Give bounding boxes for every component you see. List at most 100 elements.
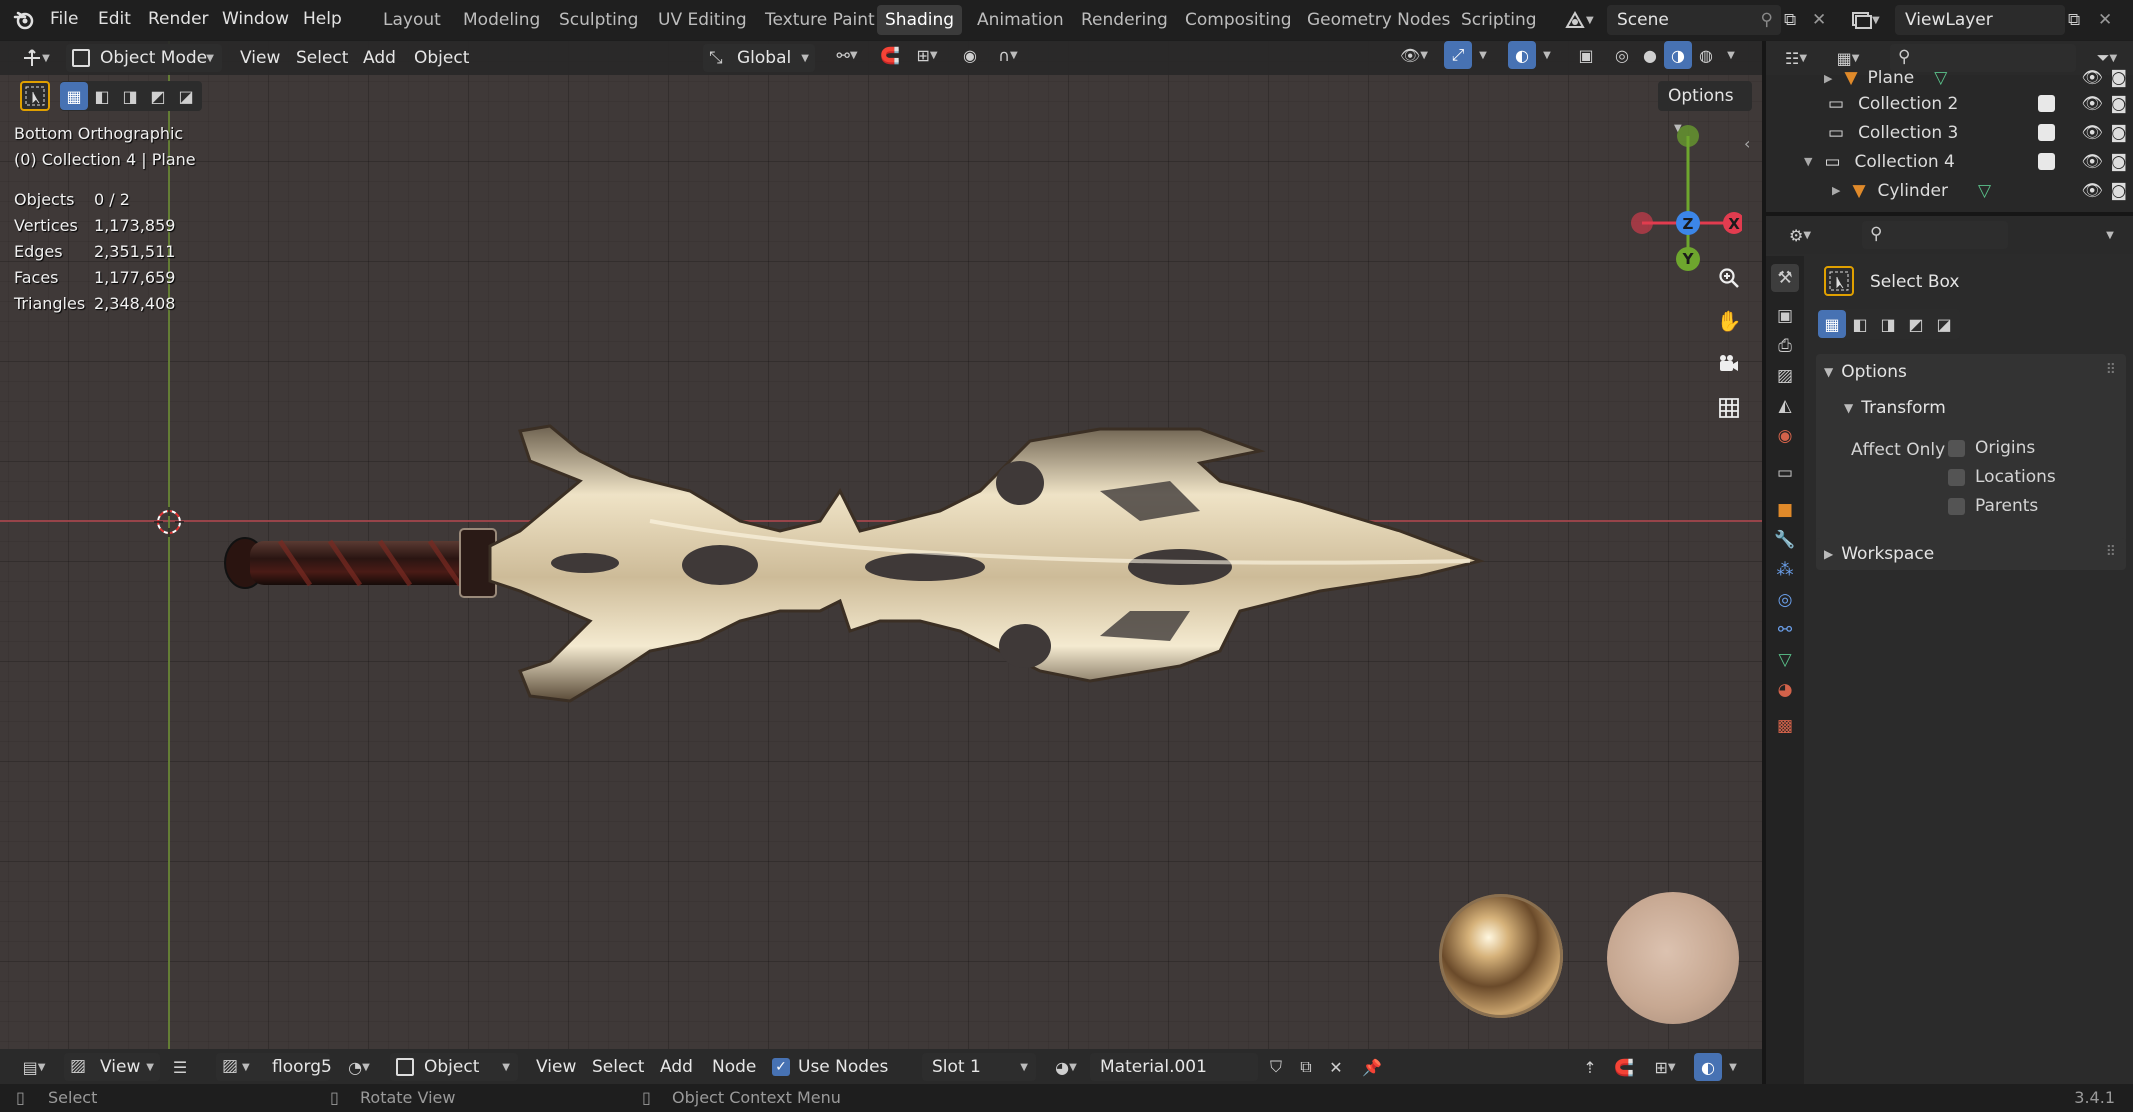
camera-view-icon[interactable] [1712,347,1746,381]
snap-icon[interactable]: 🧲 [876,41,904,69]
select-invert-icon[interactable]: ◩ [144,82,172,110]
tab-animation[interactable]: Animation [969,5,1072,35]
parent-node-tree-icon[interactable]: ⇡ [1576,1053,1604,1081]
area-separator[interactable] [1766,212,2133,216]
expand-icon[interactable]: ▶ [1832,184,1840,197]
visibility-eye-icon[interactable]: 👁 [2081,68,2103,88]
expand-icon[interactable]: ▶ [1824,72,1832,85]
select-set-icon[interactable]: ▦ [60,82,88,110]
locations-checkbox[interactable]: Locations [1948,467,2056,487]
zoom-icon[interactable] [1712,261,1746,295]
fake-user-shield-icon[interactable]: ⛉ [1262,1053,1290,1081]
render-camera-icon[interactable]: ◙ [2111,68,2128,88]
pin-icon[interactable]: ⚲ [1761,5,1773,35]
parents-checkbox[interactable]: Parents [1948,496,2038,516]
delete-scene-icon[interactable]: ✕ [1812,6,1834,34]
select-extend-icon[interactable]: ◧ [1846,310,1874,338]
material-preview-shading-icon[interactable]: ◑ [1664,41,1692,69]
view-layer-icon[interactable]: ▼ [1850,4,1890,36]
wireframe-shading-icon[interactable]: ◎ [1608,41,1636,69]
options-dropdown-icon[interactable]: ▼ [2096,221,2124,249]
menu-help[interactable]: Help [299,0,346,40]
options-panel-header[interactable]: ▼ Options [1824,358,1907,386]
proportional-edit-icon[interactable]: ◉ [956,41,984,69]
tab-modifiers-wrench-icon[interactable]: 🔧 [1771,526,1799,554]
tab-geometry-nodes[interactable]: Geometry Nodes [1299,5,1458,35]
select-invert-icon[interactable]: ◩ [1902,310,1930,338]
drag-handle-icon[interactable]: ⠿ [2106,544,2116,560]
menu-object[interactable]: Object [408,44,475,72]
rendered-shading-icon[interactable]: ◍ [1692,41,1720,69]
tab-object-icon[interactable]: ■ [1771,496,1799,524]
image-browser[interactable]: ▨ ▼ floorg5 [216,1053,332,1081]
outliner-row-plane[interactable]: ▶ ▼ Plane ▽ 👁 ◙ [1766,67,2133,89]
menu-view[interactable]: View [234,44,286,72]
tab-scene-icon[interactable]: ◭ [1771,392,1799,420]
drag-handle-icon[interactable]: ⠿ [2106,362,2116,378]
perspective-toggle-icon[interactable] [1712,391,1746,425]
3d-viewport[interactable]: ▼ Object Mode ▼ View Select Add Object ⤡… [0,41,1762,1084]
3d-cursor-icon[interactable] [154,507,184,537]
menu-hamburger-icon[interactable]: ☰ [166,1053,194,1081]
shading-dropdown-icon[interactable]: ▼ [1720,41,1742,69]
visibility-eye-icon[interactable]: 👁 [2081,181,2103,201]
menu-select[interactable]: Select [586,1053,650,1081]
navigation-gizmo[interactable]: X Z [1622,119,1742,249]
pin-icon[interactable]: 📌 [1358,1053,1386,1081]
gizmo-toggle-icon[interactable]: ⤢ [1444,41,1472,69]
tab-texture-icon[interactable]: ▩ [1771,712,1799,740]
collection-checkbox[interactable] [2038,124,2055,141]
menu-add[interactable]: Add [654,1053,699,1081]
render-camera-icon[interactable]: ◙ [2111,152,2128,172]
editor-type-icon[interactable]: ⚙ ▼ [1778,221,1822,249]
sword-model[interactable] [220,371,1670,731]
delete-view-layer-icon[interactable]: ✕ [2098,6,2120,34]
snap-element-icon[interactable]: ⊞ ▼ [1644,1053,1686,1081]
duplicate-material-icon[interactable]: ⧉ [1292,1053,1320,1081]
xray-icon[interactable]: ▣ [1572,41,1600,69]
snap-icon[interactable]: 🧲 [1610,1053,1638,1081]
menu-edit[interactable]: Edit [94,0,135,40]
visibility-icon[interactable]: 👁 ▼ [1392,41,1436,69]
menu-view[interactable]: View [530,1053,582,1081]
tab-texture-paint[interactable]: Texture Paint [757,5,883,35]
menu-render[interactable]: Render [144,0,213,40]
area-separator[interactable] [1762,41,1766,1084]
transform-subpanel-header[interactable]: ▼ Transform [1844,394,1946,422]
tab-layout[interactable]: Layout [375,5,449,35]
object-type-dropdown[interactable]: Object ▼ [390,1053,518,1081]
visibility-eye-icon[interactable]: 👁 [2081,123,2103,143]
select-subtract-icon[interactable]: ◨ [116,82,144,110]
tab-shading[interactable]: Shading [877,5,963,35]
visibility-eye-icon[interactable]: 👁 [2081,152,2103,172]
tab-uv-editing[interactable]: UV Editing [650,5,755,35]
render-camera-icon[interactable]: ◙ [2111,181,2128,201]
tab-world-icon[interactable]: ◉ [1771,422,1799,450]
tab-scripting[interactable]: Scripting [1453,5,1545,35]
options-dropdown[interactable]: Options ▼ [1658,81,1752,134]
tab-tool-icon[interactable]: ⚒ [1771,264,1799,292]
select-extend-icon[interactable]: ◧ [88,82,116,110]
select-subtract-icon[interactable]: ◨ [1874,310,1902,338]
outliner-row-collection-3[interactable]: ▭ Collection 3 👁 ◙ [1766,118,2133,147]
snap-target-icon[interactable]: ⊞ ▼ [906,41,948,69]
view-layer-field[interactable]: ViewLayer [1895,5,2065,35]
select-set-icon[interactable]: ▦ [1818,310,1846,338]
menu-node[interactable]: Node [706,1053,762,1081]
outliner-row-collection-4[interactable]: ▼ ▭ Collection 4 👁 ◙ [1766,147,2133,176]
tab-material-icon[interactable]: ◕ [1771,676,1799,704]
tab-particles-icon[interactable]: ⁂ [1771,556,1799,584]
tab-physics-icon[interactable]: ◎ [1771,586,1799,614]
menu-select[interactable]: Select [290,44,354,72]
solid-shading-icon[interactable]: ● [1636,41,1664,69]
render-camera-icon[interactable]: ◙ [2111,123,2128,143]
unlink-material-icon[interactable]: ✕ [1322,1053,1350,1081]
overlays-toggle-icon[interactable]: ◐ [1508,41,1536,69]
select-intersect-icon[interactable]: ◪ [172,82,200,110]
view-dropdown[interactable]: ▨ View ▼ [64,1053,160,1081]
tab-sculpting[interactable]: Sculpting [551,5,646,35]
gizmo-y-label[interactable]: Y [1676,247,1700,271]
shader-type-icon[interactable]: ◔ ▼ [338,1053,380,1081]
visibility-eye-icon[interactable]: 👁 [2081,94,2103,114]
overlays-dropdown-icon[interactable]: ▼ [1722,1053,1744,1081]
